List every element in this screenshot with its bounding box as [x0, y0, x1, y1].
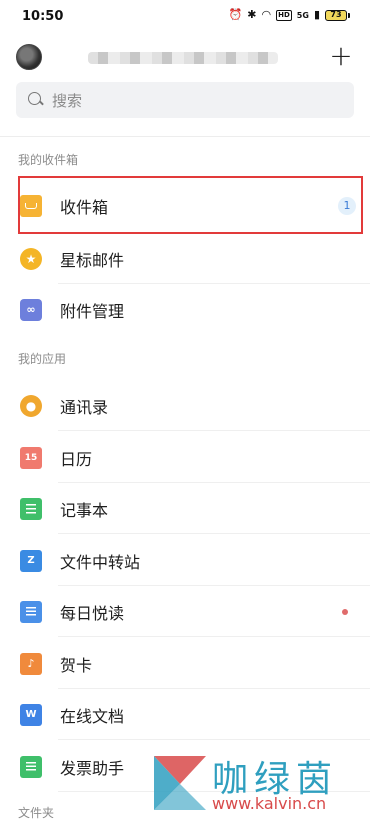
sidebar-item-inbox[interactable]: 收件箱 1: [0, 180, 370, 231]
account-name-blurred[interactable]: [88, 52, 278, 64]
greeting-card-icon: ♪: [20, 652, 42, 675]
new-content-dot: [342, 608, 348, 615]
search-placeholder: 搜索: [52, 91, 83, 110]
add-button[interactable]: +: [326, 42, 356, 72]
inbox-icon: [20, 194, 42, 217]
header: +: [0, 34, 370, 80]
section-label-folders: 文件夹: [18, 806, 55, 820]
sidebar-item-calendar[interactable]: 15 日历: [0, 432, 370, 483]
wifi-icon: ◠: [261, 8, 272, 21]
sidebar-item-daily-reading[interactable]: 每日悦读: [0, 586, 370, 637]
sidebar-item-label: 通讯录: [60, 397, 109, 417]
sidebar-item-attachments[interactable]: ∞ 附件管理: [0, 284, 370, 335]
calendar-icon: 15: [20, 446, 42, 469]
attachment-icon: ∞: [20, 298, 42, 321]
file-transfer-icon: Z: [20, 549, 42, 572]
divider: [0, 136, 370, 137]
bluetooth-icon: ✱: [247, 8, 257, 21]
sidebar-item-label: 发票助手: [60, 758, 125, 778]
sidebar-item-label: 日历: [60, 449, 93, 469]
avatar[interactable]: [16, 44, 42, 70]
section-label-apps: 我的应用: [18, 352, 67, 366]
sidebar-item-label: 记事本: [60, 500, 109, 520]
sidebar-item-invoice[interactable]: 发票助手: [0, 741, 370, 792]
sidebar-item-notes[interactable]: 记事本: [0, 483, 370, 534]
battery-icon: 73: [325, 9, 350, 21]
contacts-icon: ●: [20, 394, 42, 417]
alarm-icon: ⏰: [228, 8, 243, 21]
sidebar-item-label: 文件中转站: [60, 552, 141, 572]
sidebar-item-online-docs[interactable]: W 在线文档: [0, 689, 370, 740]
sidebar-item-label: 在线文档: [60, 706, 125, 726]
notes-icon: [20, 497, 42, 520]
section-label-mailbox: 我的收件箱: [18, 153, 79, 167]
hd-badge: HD: [276, 9, 292, 21]
sidebar-item-label: 附件管理: [60, 301, 125, 321]
daily-reading-icon: [20, 600, 42, 623]
watermark-url: www.kalvin.cn: [212, 794, 327, 813]
signal-icon: ▮: [313, 8, 320, 21]
sidebar-item-contacts[interactable]: ● 通讯录: [0, 380, 370, 431]
status-bar: 10:50 ⏰ ✱ ◠ HD 5G ▮ 73: [0, 0, 370, 34]
sidebar-item-starred[interactable]: ★ 星标邮件: [0, 233, 370, 284]
status-icons: ⏰ ✱ ◠ HD 5G ▮ 73: [229, 9, 350, 21]
sidebar-item-label: 星标邮件: [60, 250, 125, 270]
battery-level: 73: [325, 9, 347, 21]
unread-count-badge: 1: [338, 196, 356, 215]
search-input[interactable]: 搜索: [16, 82, 354, 118]
sidebar-item-file-transfer[interactable]: Z 文件中转站: [0, 535, 370, 586]
status-time: 10:50: [22, 9, 64, 24]
search-icon: [28, 92, 44, 108]
sidebar-item-label: 收件箱: [60, 197, 109, 217]
sidebar-item-label: 每日悦读: [60, 603, 125, 623]
online-docs-icon: W: [20, 703, 42, 726]
sidebar-item-label: 贺卡: [60, 655, 93, 675]
star-icon: ★: [20, 247, 42, 270]
invoice-icon: [20, 755, 42, 778]
sidebar-item-greeting-card[interactable]: ♪ 贺卡: [0, 638, 370, 689]
network-label: 5G: [296, 10, 309, 20]
